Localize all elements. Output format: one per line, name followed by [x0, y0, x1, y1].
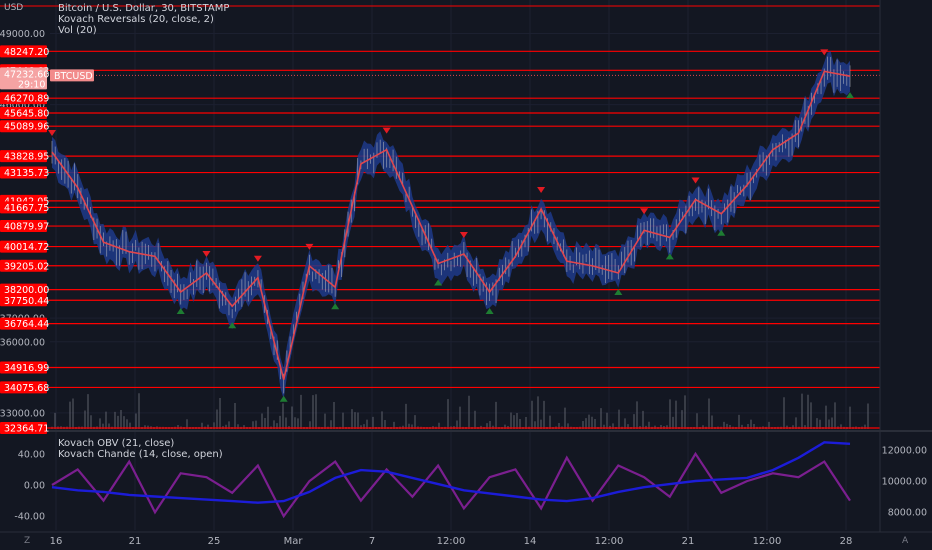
level-label: 36764.44	[4, 319, 49, 330]
level-label: 40014.72	[4, 242, 49, 253]
chart-canvas[interactable]: 16 21 25 Mar 7 12:00 14 12:00 21 12:00 28 49000.00 4…	[0, 0, 932, 550]
level-label: 45645.80	[4, 109, 49, 120]
level-label: 34916.99	[4, 363, 49, 374]
level-label: 43828.95	[4, 152, 49, 163]
level-label: 46270.89	[4, 94, 49, 105]
x-tick-label: Mar	[284, 536, 304, 547]
y-tick-label: 49000.00	[0, 29, 45, 40]
lower-right-tick: 12000.00	[882, 446, 927, 457]
lower-right-tick: 8000.00	[888, 508, 927, 519]
indicator-kovach-obv[interactable]: Kovach OBV (21, close)	[58, 438, 223, 449]
x-tick-label: 16	[50, 536, 63, 547]
level-label: 43135.73	[4, 168, 49, 179]
level-label: 48247.20	[4, 47, 49, 58]
x-tick-label: 25	[208, 536, 221, 547]
x-tick-label: 7	[369, 536, 375, 547]
lower-left-tick: 40.00	[18, 449, 45, 460]
level-label: 37750.44	[4, 296, 49, 307]
lower-right-tick: 10000.00	[882, 477, 927, 488]
x-tick-label: 12:00	[753, 536, 782, 547]
level-label: 40879.97	[4, 222, 49, 233]
lower-left-tick: -40.00	[14, 512, 45, 523]
y-tick-label: 33000.00	[0, 408, 45, 419]
level-label: 41667.75	[4, 203, 49, 214]
indicator-kovach-chande[interactable]: Kovach Chande (14, close, open)	[58, 449, 223, 460]
indicator-kovach-reversals[interactable]: Kovach Reversals (20, close, 2)	[58, 14, 229, 25]
chart-root: 16 21 25 Mar 7 12:00 14 12:00 21 12:00 28 49000.00 4…	[0, 0, 932, 550]
auto-scale-button[interactable]: A	[902, 536, 908, 546]
symbol-tag: BTCUSD	[54, 71, 93, 82]
x-tick-label: 28	[840, 536, 853, 547]
x-tick-label: 12:00	[595, 536, 624, 547]
symbol-title[interactable]: Bitcoin / U.S. Dollar, 30, BITSTAMP	[58, 3, 229, 14]
x-tick-label: 21	[129, 536, 142, 547]
currency-label: USD	[4, 3, 24, 13]
chart-background	[0, 0, 932, 550]
level-label: 39205.02	[4, 261, 49, 272]
x-tick-label: 12:00	[437, 536, 466, 547]
x-tick-label: 14	[524, 536, 537, 547]
indicator-volume[interactable]: Vol (20)	[58, 25, 229, 36]
zoom-button[interactable]: Z	[24, 536, 30, 546]
level-label: 45089.96	[4, 122, 49, 133]
main-legend: Bitcoin / U.S. Dollar, 30, BITSTAMP Kova…	[58, 3, 229, 36]
lower-left-tick: 0.00	[24, 481, 45, 492]
current-price-countdown: 29:10	[18, 79, 45, 90]
level-label: 34075.68	[4, 383, 49, 394]
y-tick-label: 36000.00	[0, 337, 45, 348]
level-label: 32364.71	[4, 424, 49, 435]
lower-legend: Kovach OBV (21, close) Kovach Chande (14…	[58, 438, 223, 460]
x-tick-label: 21	[682, 536, 695, 547]
